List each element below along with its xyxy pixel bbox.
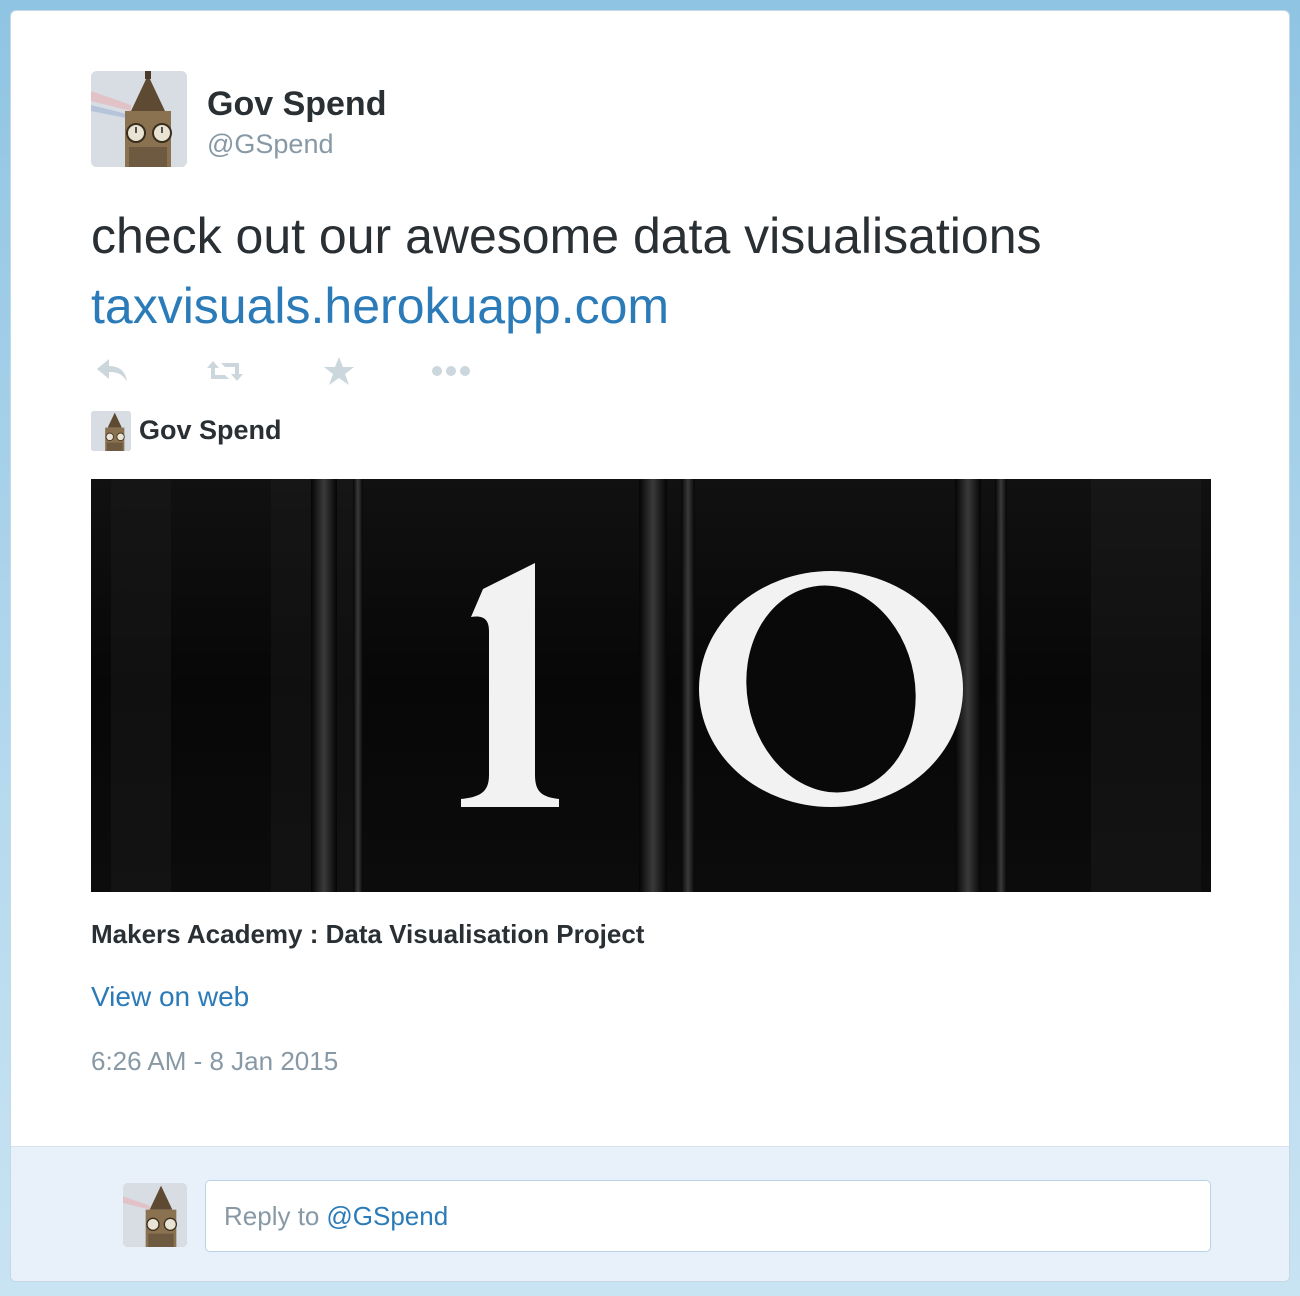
tweet-text: check out our awesome data visualisation… — [91, 201, 1231, 341]
card-image[interactable] — [91, 479, 1211, 892]
tweet-body: check out our awesome data visualisation… — [91, 208, 1042, 264]
author-handle[interactable]: @GSpend — [207, 129, 333, 160]
reply-prefix: Reply to — [224, 1200, 320, 1231]
card-author-name[interactable]: Gov Spend — [139, 415, 282, 446]
view-on-web-link[interactable]: View on web — [91, 981, 249, 1013]
card-author-avatar[interactable] — [91, 411, 131, 451]
tweet-timestamp[interactable]: 6:26 AM - 8 Jan 2015 — [91, 1046, 338, 1077]
tweet-link[interactable]: taxvisuals.herokuapp.com — [91, 271, 1231, 341]
big-ben-avatar-icon — [123, 1183, 187, 1247]
big-ben-avatar-icon — [91, 71, 187, 167]
tweet-actions — [91, 351, 511, 391]
more-icon[interactable] — [429, 351, 473, 391]
reply-icon[interactable] — [91, 351, 135, 391]
reply-avatar — [123, 1183, 187, 1247]
card-author: Gov Spend — [91, 411, 491, 451]
tweet-header: Gov Spend @GSpend — [91, 71, 691, 167]
reply-mention: @GSpend — [326, 1200, 449, 1231]
big-ben-avatar-icon — [91, 411, 131, 451]
author-name[interactable]: Gov Spend — [207, 85, 386, 124]
favorite-icon[interactable] — [317, 351, 361, 391]
reply-input[interactable]: Reply to @GSpend — [205, 1180, 1211, 1252]
reply-bar: Reply to @GSpend — [11, 1146, 1289, 1281]
retweet-icon[interactable] — [203, 351, 247, 391]
card-title[interactable]: Makers Academy : Data Visualisation Proj… — [91, 919, 644, 950]
author-avatar[interactable] — [91, 71, 187, 167]
tweet-card: Gov Spend @GSpend check out our awesome … — [10, 10, 1290, 1282]
